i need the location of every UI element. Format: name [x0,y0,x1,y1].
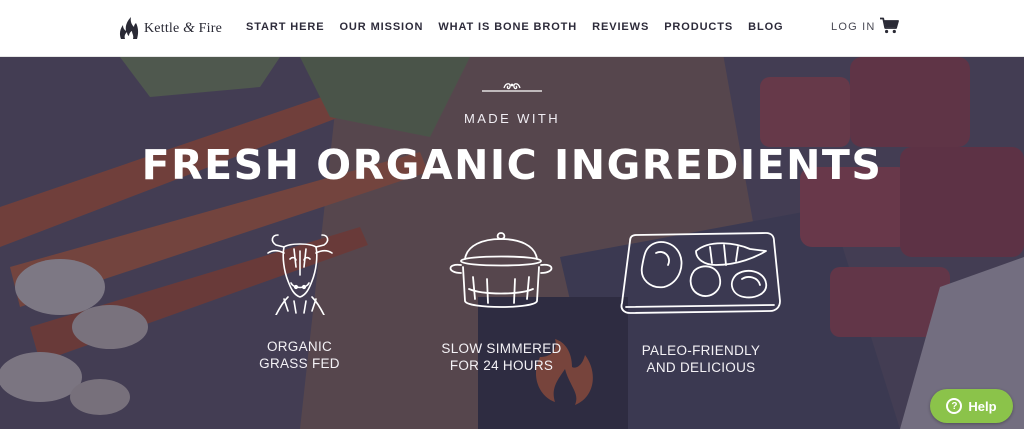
nav-our-mission[interactable]: OUR MISSION [339,21,423,33]
cart-icon[interactable] [880,17,899,39]
caption-line: FOR 24 HOURS [449,358,554,373]
feature-grass-fed-caption: ORGANIC GRASS FED [242,338,357,372]
nav-what-is-bone-broth[interactable]: WHAT IS BONE BROTH [438,21,577,33]
hero-headline: FRESH ORGANIC INGREDIENTS [141,141,883,189]
nav-blog[interactable]: BLOG [748,21,783,33]
caption-line: PALEO-FRIENDLY [641,343,761,358]
brand-name: Kettle & Fire [144,19,223,36]
caption-line: ORGANIC [266,339,333,354]
hero-banner: MADE WITH FRESH ORGANIC INGREDIENTS ORGA… [0,57,1024,429]
caption-line: GRASS FED [259,356,340,371]
question-icon: ? [946,398,963,414]
caption-line: AND DELICIOUS [646,360,756,375]
hero-eyebrow: MADE WITH [464,111,560,126]
vegetable-board-icon [620,232,781,314]
feature-paleo-friendly: PALEO-FRIENDLY AND DELICIOUS [615,229,787,376]
site-header: Kettle & Fire START HERE OUR MISSION WHA… [0,0,1024,57]
main-nav: START HERE OUR MISSION WHAT IS BONE BROT… [246,21,799,33]
cow-icon [266,234,333,315]
feature-slow-simmered-caption: SLOW SIMMERED FOR 24 HOURS [434,340,569,374]
caption-line: SLOW SIMMERED [441,341,562,356]
nav-reviews[interactable]: REVIEWS [592,21,649,33]
feature-slow-simmered: SLOW SIMMERED FOR 24 HOURS [434,229,569,374]
help-label: Help [968,398,997,414]
nav-start-here[interactable]: START HERE [246,21,324,33]
feature-paleo-friendly-caption: PALEO-FRIENDLY AND DELICIOUS [615,342,787,376]
login-link[interactable]: LOG IN [831,21,876,33]
feature-grass-fed: ORGANIC GRASS FED [242,227,357,372]
nav-products[interactable]: PRODUCTS [664,21,733,33]
flame-logo-icon [119,17,139,39]
brand-logo[interactable]: Kettle & Fire [118,15,222,41]
help-button[interactable]: ? Help [930,389,1013,423]
pot-icon [449,232,552,308]
ornament-icon [482,83,542,92]
